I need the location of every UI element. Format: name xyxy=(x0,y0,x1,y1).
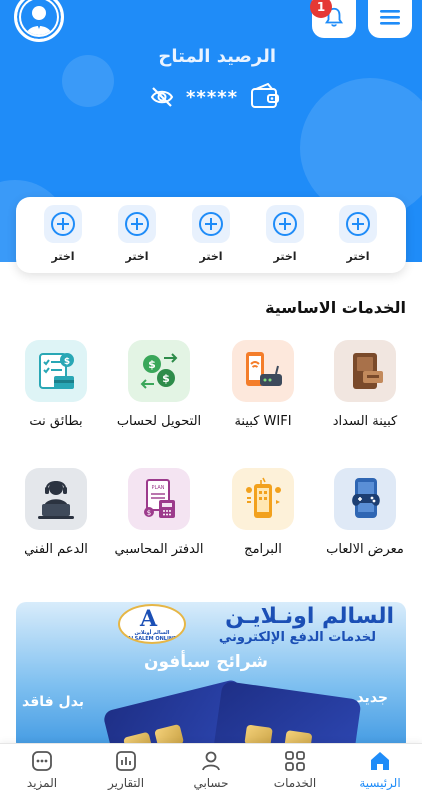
quick-slot-label: اختر xyxy=(199,250,223,263)
service-label: الدفتر المحاسبي xyxy=(114,542,204,557)
eye-off-icon[interactable] xyxy=(150,86,174,108)
banner-chips-text: شرائح سبأفون xyxy=(144,652,269,672)
service-label: البرامج xyxy=(244,542,282,557)
nav-label: الخدمات xyxy=(273,776,317,790)
service-label: كبينة السداد xyxy=(332,414,398,429)
add-circle-icon xyxy=(199,212,223,236)
quick-slot[interactable]: اختر xyxy=(41,205,85,263)
grid-icon xyxy=(285,751,305,771)
add-circle-icon xyxy=(51,212,75,236)
service-payment-cabin[interactable]: كبينة السداد xyxy=(320,340,410,432)
service-games[interactable]: معرض الالعاب xyxy=(320,468,410,560)
quick-slot-label: اختر xyxy=(346,250,370,263)
user-icon xyxy=(202,751,220,771)
apps-phone-icon xyxy=(246,477,281,518)
nav-services[interactable]: الخدمات xyxy=(255,748,335,790)
wifi-router-icon xyxy=(246,352,282,386)
notifications-button[interactable]: 1 xyxy=(310,0,356,38)
service-support[interactable]: الدعم الفني xyxy=(11,468,101,560)
banner-title: السالم اونـلايـن xyxy=(225,604,394,629)
nav-label: الرئيسية xyxy=(359,776,401,790)
quick-slot[interactable]: اختر xyxy=(115,205,159,263)
wallet-icon xyxy=(251,83,280,108)
quick-slot-label: اختر xyxy=(51,250,75,263)
support-agent-icon xyxy=(38,481,74,519)
add-circle-icon xyxy=(346,212,370,236)
service-ledger[interactable]: PLAN $ الدفتر المحاسبي xyxy=(114,468,204,560)
payment-cabin-icon xyxy=(353,353,383,389)
balance-row: ***** xyxy=(150,82,280,112)
avatar[interactable] xyxy=(14,0,64,42)
quick-slot[interactable]: اختر xyxy=(189,205,233,263)
promo-banner[interactable]: A السالم أونلاين ALSALEM ONLINE السالم ا… xyxy=(16,602,406,752)
nav-reports[interactable]: التقارير xyxy=(86,748,166,790)
nav-more[interactable]: المزيد xyxy=(2,748,82,790)
add-circle-icon xyxy=(125,212,149,236)
service-wifi-cabin[interactable]: كبينة WIFI xyxy=(218,340,308,432)
service-transfer[interactable]: $ $ التحويل لحساب xyxy=(114,340,204,432)
banner-subtitle: لخدمات الدفع الإلكتروني xyxy=(218,630,376,645)
gamepad-icon xyxy=(352,478,380,518)
balance-value: ***** xyxy=(186,86,239,108)
hamburger-menu-icon xyxy=(380,10,400,25)
quick-slot-label: اختر xyxy=(273,250,297,263)
logo-letter: A xyxy=(140,606,158,632)
money-transfer-icon: $ $ xyxy=(140,353,178,389)
ledger-icon: PLAN $ xyxy=(144,479,175,518)
reports-icon xyxy=(116,751,136,771)
services-section-title: الخدمات الاساسية xyxy=(265,298,406,317)
more-icon xyxy=(32,751,52,771)
decorative-circle xyxy=(62,55,114,107)
nav-home[interactable]: الرئيسية xyxy=(340,748,420,790)
user-avatar-icon xyxy=(26,6,52,35)
sim-card-image xyxy=(210,680,362,752)
home-icon xyxy=(371,752,389,770)
banner-new-text: جديد xyxy=(356,690,388,706)
service-label: الدعم الفني xyxy=(24,542,88,557)
brand-logo: A السالم أونلاين ALSALEM ONLINE xyxy=(118,604,186,644)
svg-text:$: $ xyxy=(148,358,156,371)
bottom-navigation: الرئيسية الخدمات حسابي التقارير المزيد xyxy=(0,743,422,800)
nav-label: التقارير xyxy=(107,776,145,790)
nav-label: المزيد xyxy=(26,776,58,790)
svg-text:$: $ xyxy=(147,509,151,517)
service-label: بطائق نت xyxy=(29,414,83,429)
service-label: معرض الالعاب xyxy=(326,542,404,557)
quick-slot[interactable]: اختر xyxy=(263,205,307,263)
net-cards-icon: $ xyxy=(39,353,74,389)
banner-lost-text: بدل فاقد xyxy=(22,694,85,710)
balance-title: الرصيد المتاح xyxy=(158,46,276,67)
svg-text:$: $ xyxy=(64,357,70,367)
service-label: التحويل لحساب xyxy=(116,414,202,429)
quick-slot-label: اختر xyxy=(125,250,149,263)
nav-label: حسابي xyxy=(193,776,229,790)
svg-text:PLAN: PLAN xyxy=(151,485,164,491)
quick-actions-card: اختر اختر اختر اختر اختر xyxy=(16,197,406,273)
logo-caption-en: ALSALEM ONLINE xyxy=(127,636,177,642)
quick-slot[interactable]: اختر xyxy=(336,205,380,263)
service-net-cards[interactable]: $ بطائق نت xyxy=(11,340,101,432)
service-apps[interactable]: البرامج xyxy=(218,468,308,560)
menu-button[interactable] xyxy=(368,0,412,38)
svg-text:$: $ xyxy=(162,372,170,385)
nav-account[interactable]: حسابي xyxy=(171,748,251,790)
add-circle-icon xyxy=(273,212,297,236)
service-label: كبينة WIFI xyxy=(234,414,292,429)
